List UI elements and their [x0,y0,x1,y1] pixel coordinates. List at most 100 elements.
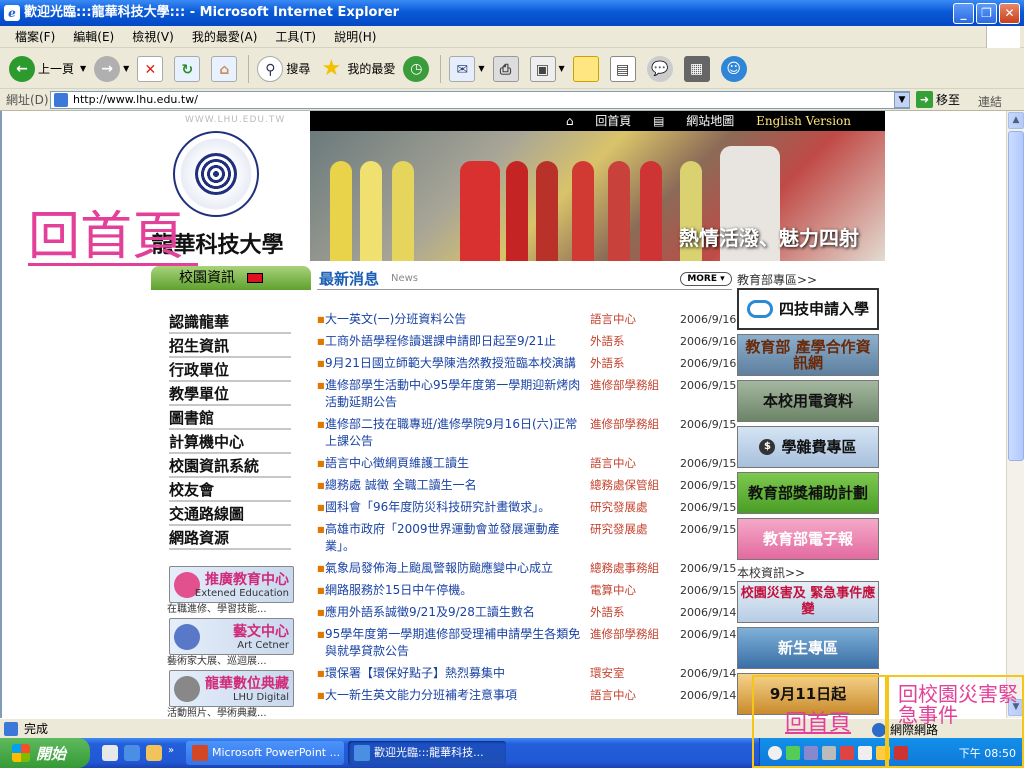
menu-file[interactable]: 檔案(F) [6,28,64,45]
news-item-title[interactable]: 應用外語系誠徵9/21及9/28工讀生數名 [325,604,590,621]
news-item-title[interactable]: 9月21日國立師範大學陳浩然教授蒞臨本校演講 [325,355,590,372]
sidebar-item-admissions[interactable]: 招生資訊 [169,334,291,358]
mail-button[interactable]: ✉ ▼ [446,52,487,86]
news-item-title[interactable]: 工商外語學程修讀選課申請即日起至9/21止 [325,333,590,350]
research-button[interactable]: ▤ [607,52,642,86]
edit-dropdown-icon[interactable]: ▼ [559,64,565,73]
top-nav-english[interactable]: English Version [756,114,851,128]
edu-link-epaper[interactable]: 教育部電子報 [737,518,879,560]
sidebar-item-about[interactable]: 認識龍華 [169,310,291,334]
media-player-icon[interactable] [102,745,118,761]
menu-help[interactable]: 說明(H) [325,28,385,45]
messenger-discuss-button[interactable]: 💬 [644,52,679,86]
stop-button[interactable]: ✕ [134,52,169,86]
news-item-title[interactable]: 網路服務於15日中午停機。 [325,582,590,599]
scroll-thumb[interactable] [1008,131,1024,461]
menu-edit[interactable]: 編輯(E) [64,28,123,45]
edu-link-electricity[interactable]: 本校用電資料 [737,380,879,422]
news-item-title[interactable]: 大一新生英文能力分班補考注意事項 [325,687,590,704]
address-input[interactable]: http://www.lhu.edu.tw/ [50,91,910,109]
go-button[interactable]: ➜ 移至 [916,91,960,108]
start-button[interactable]: 開始 [0,738,90,768]
sidebar-item-academic-units[interactable]: 教學單位 [169,382,291,406]
edu-link-admission[interactable]: 四技申請入學 [737,288,879,330]
forward-button[interactable]: → ▼ [91,52,132,86]
edit-page-icon: ▣ [529,55,556,82]
sidebar-item-transport-map[interactable]: 交通路線圖 [169,502,291,526]
home-button[interactable]: ⌂ [208,52,243,86]
news-item-title[interactable]: 語言中心徵網頁維護工讀生 [325,455,590,472]
refresh-button[interactable]: ↻ [171,52,206,86]
sidebar-item-campus-systems[interactable]: 校園資訊系統 [169,454,291,478]
vertical-scrollbar[interactable]: ▲ ▼ [1006,111,1024,718]
links-label[interactable]: 連結 [978,93,1002,110]
news-item-title[interactable]: 氣象局發佈海上颱風警報防颱應變中心成立 [325,560,590,577]
news-subtitle: News [391,273,419,284]
top-nav-sitemap[interactable]: ▤ 網站地圖 [653,114,734,128]
task-powerpoint[interactable]: Microsoft PowerPoint ... [186,741,344,765]
notes-button[interactable] [570,52,605,86]
news-item-title[interactable]: 進修部二技在職專班/進修學院9月16日(六)正常上課公告 [325,416,590,450]
close-button[interactable]: ✕ [999,3,1020,24]
messenger-button[interactable]: ☺ [718,52,753,86]
disaster-overlay-link[interactable]: 回校園災害緊急事件 [898,684,1020,726]
news-item-title[interactable]: 進修部學生活動中心95學年度第一學期迎新烤肉活動延期公告 [325,377,590,411]
bullet-icon: ■ [317,525,325,534]
sidebar-item-web-resources[interactable]: 網路資源 [169,526,291,550]
restore-button[interactable]: ❐ [976,3,997,24]
sidebar-item-alumni[interactable]: 校友會 [169,478,291,502]
promo-art-center[interactable]: 藝文中心 Art Cetner 藝術家大展、巡迴展... [167,618,294,668]
school-link-disaster[interactable]: 校園災害及 緊急事件應變 [737,581,879,623]
school-link-freshmen[interactable]: 新生專區 [737,627,879,669]
promo-digital-archive[interactable]: 龍華數位典藏 LHU Digital 活動照片、學術典藏... [167,670,294,718]
news-section: 最新消息 News MORE ▾ ■ 大一英文(一)分班資料公告 語言中心 2006/… [317,266,737,709]
promo-extension-education[interactable]: 推廣教育中心 Extened Education 在職進修、學習技能... [167,566,294,616]
sidebar-item-computer-center[interactable]: 計算機中心 [169,430,291,454]
discuss-icon: 💬 [646,55,673,82]
news-item-title[interactable]: 95學年度第一學期進修部受理補申請學生各類免與就學貸款公告 [325,626,590,660]
ie-icon: e [4,5,20,21]
toolbar-extra-button[interactable]: ▦ [681,52,716,86]
sidebar-item-admin-units[interactable]: 行政單位 [169,358,291,382]
top-nav-home[interactable]: ⌂ 回首頁 [566,114,631,128]
favorites-button[interactable]: ★ 我的最愛 [315,52,398,86]
minimize-button[interactable]: _ [953,3,974,24]
history-button[interactable]: ◷ [400,52,435,86]
menu-tools[interactable]: 工具(T) [266,28,325,45]
news-item-date: 2006/9/15 [680,562,737,575]
bullet-icon: ■ [317,669,325,678]
edit-button[interactable]: ▣ ▼ [527,52,568,86]
print-button[interactable]: ⎙ [490,52,525,86]
news-item-title[interactable]: 總務處 誠徵 全職工讀生一名 [325,477,590,494]
go-arrow-icon: ➜ [916,91,933,108]
edu-link-subsidy[interactable]: 教育部獎補助計劃 [737,472,879,514]
news-item-title[interactable]: 國科會「96年度防災科技研究計畫徵求」。 [325,499,590,516]
edu-link-tuition[interactable]: $ 學雜費專區 [737,426,879,468]
news-item-title[interactable]: 大一英文(一)分班資料公告 [325,311,590,328]
news-item-date: 2006/9/14 [680,628,737,641]
news-more-button[interactable]: MORE ▾ [680,272,732,286]
home-overlay-link[interactable]: 回首頁 [28,211,198,266]
menu-favorites[interactable]: 我的最愛(A) [183,28,267,45]
back-dropdown-icon[interactable]: ▼ [80,64,86,73]
news-item-title[interactable]: 環保署【環保好點子】熱烈募集中 [325,665,590,682]
address-dropdown-icon[interactable]: ▼ [894,92,910,108]
news-item: ■ 應用外語系誠徵9/21及9/28工讀生數名 外語系 2006/9/14 [317,604,736,621]
task-ie[interactable]: 歡迎光臨:::龍華科技... [348,741,506,765]
star-icon: ★ [321,55,342,81]
back-button[interactable]: ← 上一頁 ▼ [6,52,89,86]
menu-view[interactable]: 檢視(V) [123,28,183,45]
desktop-icon[interactable] [146,745,162,761]
address-bar: 網址(D) http://www.lhu.edu.tw/ ▼ ➜ 移至 連結 [0,89,1024,111]
windows-flag-icon [12,744,30,762]
ie-quicklaunch-icon[interactable] [124,745,140,761]
news-item-title[interactable]: 高雄市政府「2009世界運動會並發展運動產業」。 [325,521,590,555]
mail-dropdown-icon[interactable]: ▼ [478,64,484,73]
quick-launch-more-icon[interactable]: » [168,745,176,761]
search-button[interactable]: ⚲ 搜尋 [254,52,313,86]
forward-dropdown-icon[interactable]: ▼ [123,64,129,73]
scroll-up-button[interactable]: ▲ [1008,112,1024,129]
edu-link-industry-coop[interactable]: 教育部 產學合作資訊網 [737,334,879,376]
sidebar-item-library[interactable]: 圖書館 [169,406,291,430]
home-overlay-small[interactable]: 回首頁 [785,712,851,735]
